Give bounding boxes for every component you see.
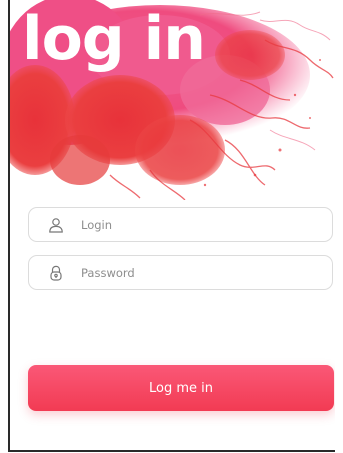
password-input[interactable] — [81, 265, 332, 280]
hero-banner: log in — [10, 0, 335, 200]
page-title: log in — [22, 4, 206, 74]
password-field[interactable] — [28, 255, 333, 290]
login-input[interactable] — [81, 217, 332, 232]
login-field[interactable] — [28, 207, 333, 242]
user-icon — [48, 217, 64, 233]
app-screen: log in Log me in — [8, 0, 335, 452]
lock-icon — [48, 265, 64, 281]
log-me-in-button[interactable]: Log me in — [28, 365, 334, 411]
